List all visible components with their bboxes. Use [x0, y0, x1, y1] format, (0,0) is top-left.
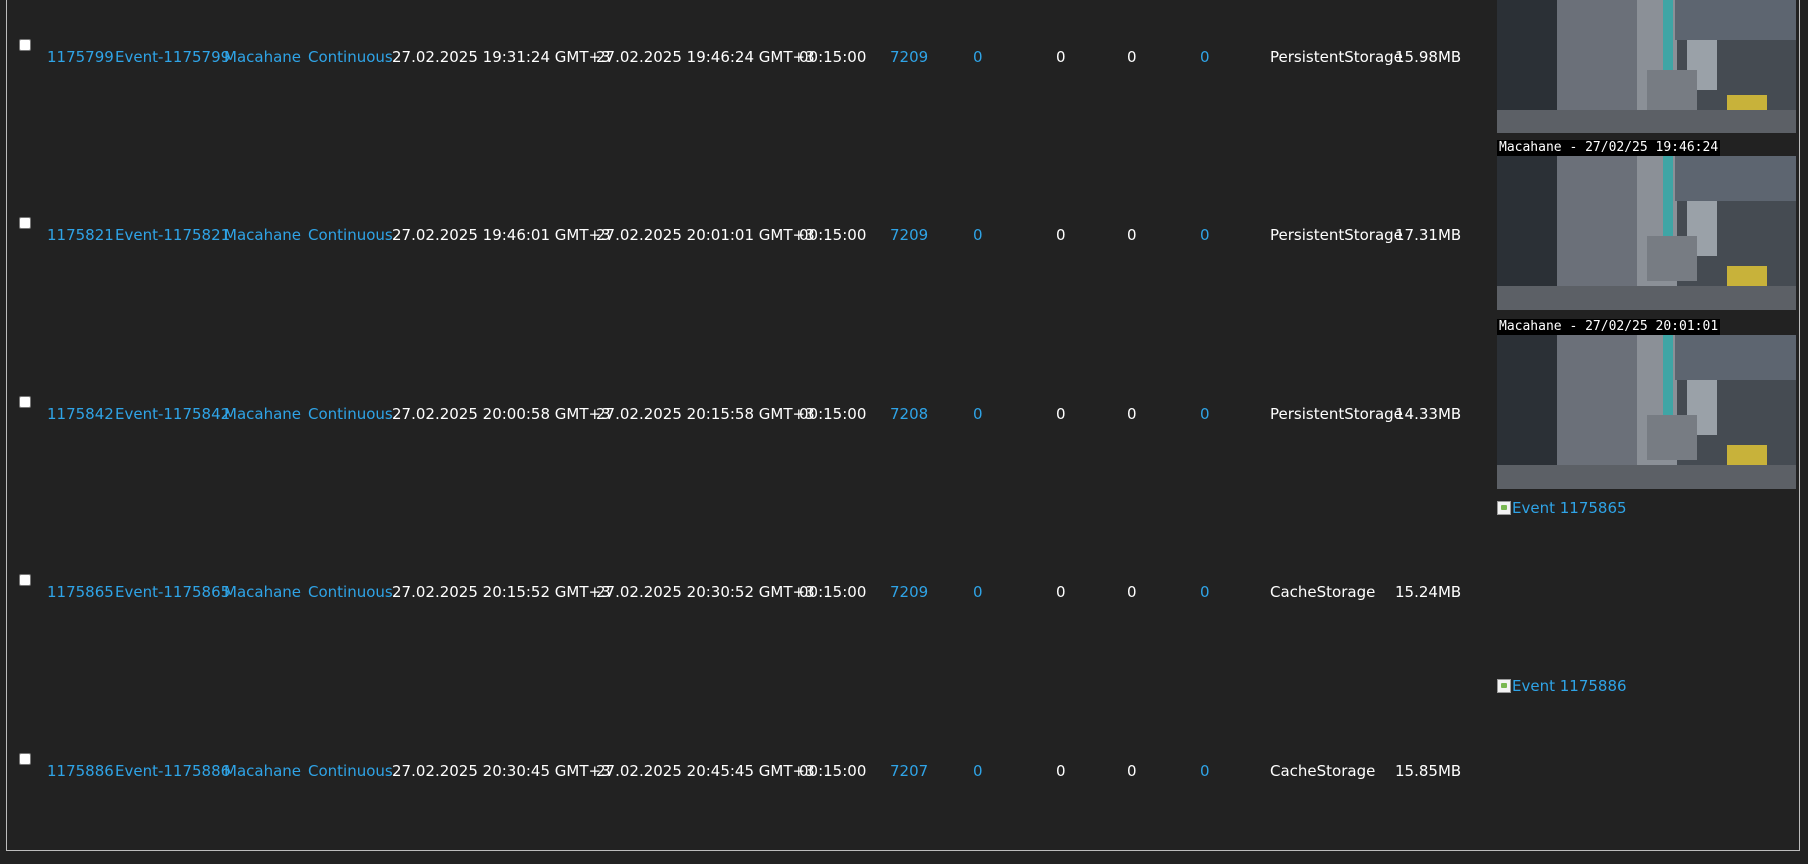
table-row: 1175886 Event-1175886 Macahane Continuou…: [0, 714, 1808, 864]
monitor-link[interactable]: Macahane: [224, 47, 301, 67]
monitor-link[interactable]: Macahane: [224, 404, 301, 424]
frames-link[interactable]: 7208: [890, 404, 928, 424]
event-name-link[interactable]: Event-1175821: [115, 225, 230, 245]
disk-size: 15.98MB: [1395, 48, 1462, 66]
monitor-link[interactable]: Macahane: [224, 761, 301, 781]
monitor-link[interactable]: Macahane: [224, 582, 301, 602]
max-score-link[interactable]: 0: [1200, 225, 1210, 245]
total-score: 0: [1056, 762, 1066, 780]
event-name-link[interactable]: Event-1175799: [115, 47, 230, 67]
row-select-checkbox[interactable]: [19, 753, 31, 765]
alarm-frames-link[interactable]: 0: [973, 404, 983, 424]
event-thumbnail[interactable]: [1497, 335, 1796, 489]
event-name-link[interactable]: Event-1175886: [115, 761, 230, 781]
avg-score: 0: [1127, 762, 1137, 780]
cause-link[interactable]: Continuous: [308, 761, 393, 781]
avg-score: 0: [1127, 48, 1137, 66]
event-thumbnail[interactable]: [1497, 156, 1796, 310]
end-time: 27.02.2025 19:46:24 GMT+3: [596, 48, 815, 66]
start-time: 27.02.2025 20:30:45 GMT+3: [392, 762, 611, 780]
event-id-link[interactable]: 1175821: [47, 225, 114, 245]
storage: PersistentStorage: [1270, 405, 1403, 423]
storage: CacheStorage: [1270, 762, 1376, 780]
alarm-frames-link[interactable]: 0: [973, 47, 983, 67]
duration: 00:15:00: [799, 405, 867, 423]
max-score-link[interactable]: 0: [1200, 582, 1210, 602]
end-time: 27.02.2025 20:01:01 GMT+3: [596, 226, 815, 244]
event-id-link[interactable]: 1175886: [47, 761, 114, 781]
end-time: 27.02.2025 20:45:45 GMT+3: [596, 762, 815, 780]
duration: 00:15:00: [799, 762, 867, 780]
total-score: 0: [1056, 48, 1066, 66]
disk-size: 17.31MB: [1395, 226, 1462, 244]
end-time: 27.02.2025 20:30:52 GMT+3: [596, 583, 815, 601]
duration: 00:15:00: [799, 226, 867, 244]
total-score: 0: [1056, 405, 1066, 423]
start-time: 27.02.2025 20:15:52 GMT+3: [392, 583, 611, 601]
max-score-link[interactable]: 0: [1200, 404, 1210, 424]
disk-size: 15.24MB: [1395, 583, 1462, 601]
cause-link[interactable]: Continuous: [308, 47, 393, 67]
thumbnail-alt-text: Event 1175886: [1512, 677, 1627, 695]
alarm-frames-link[interactable]: 0: [973, 761, 983, 781]
event-id-link[interactable]: 1175799: [47, 47, 114, 67]
total-score: 0: [1056, 226, 1066, 244]
storage: CacheStorage: [1270, 583, 1376, 601]
broken-thumbnail-link[interactable]: Event 1175865: [1497, 499, 1627, 517]
broken-image-icon: [1497, 679, 1511, 693]
end-time: 27.02.2025 20:15:58 GMT+3: [596, 405, 815, 423]
frames-link[interactable]: 7209: [890, 225, 928, 245]
event-thumbnail[interactable]: [1497, 0, 1796, 133]
broken-image-icon: [1497, 501, 1511, 515]
start-time: 27.02.2025 19:46:01 GMT+3: [392, 226, 611, 244]
event-id-link[interactable]: 1175865: [47, 582, 114, 602]
cause-link[interactable]: Continuous: [308, 404, 393, 424]
duration: 00:15:00: [799, 48, 867, 66]
event-name-link[interactable]: Event-1175865: [115, 582, 230, 602]
max-score-link[interactable]: 0: [1200, 761, 1210, 781]
avg-score: 0: [1127, 226, 1137, 244]
disk-size: 14.33MB: [1395, 405, 1462, 423]
row-select-checkbox[interactable]: [19, 574, 31, 586]
event-name-link[interactable]: Event-1175842: [115, 404, 230, 424]
row-select-checkbox[interactable]: [19, 217, 31, 229]
frames-link[interactable]: 7209: [890, 47, 928, 67]
alarm-frames-link[interactable]: 0: [973, 582, 983, 602]
thumbnail-caption: Macahane - 27/02/25 20:01:01: [1497, 319, 1721, 335]
avg-score: 0: [1127, 583, 1137, 601]
disk-size: 15.85MB: [1395, 762, 1462, 780]
avg-score: 0: [1127, 405, 1137, 423]
storage: PersistentStorage: [1270, 48, 1403, 66]
monitor-link[interactable]: Macahane: [224, 225, 301, 245]
alarm-frames-link[interactable]: 0: [973, 225, 983, 245]
cause-link[interactable]: Continuous: [308, 225, 393, 245]
table-row: 1175865 Event-1175865 Macahane Continuou…: [0, 535, 1808, 685]
cause-link[interactable]: Continuous: [308, 582, 393, 602]
max-score-link[interactable]: 0: [1200, 47, 1210, 67]
thumbnail-caption: Macahane - 27/02/25 19:46:24: [1497, 140, 1721, 156]
start-time: 27.02.2025 19:31:24 GMT+3: [392, 48, 611, 66]
duration: 00:15:00: [799, 583, 867, 601]
row-select-checkbox[interactable]: [19, 396, 31, 408]
storage: PersistentStorage: [1270, 226, 1403, 244]
event-id-link[interactable]: 1175842: [47, 404, 114, 424]
frames-link[interactable]: 7207: [890, 761, 928, 781]
total-score: 0: [1056, 583, 1066, 601]
thumbnail-alt-text: Event 1175865: [1512, 499, 1627, 517]
row-select-checkbox[interactable]: [19, 39, 31, 51]
start-time: 27.02.2025 20:00:58 GMT+3: [392, 405, 611, 423]
frames-link[interactable]: 7209: [890, 582, 928, 602]
broken-thumbnail-link[interactable]: Event 1175886: [1497, 677, 1627, 695]
